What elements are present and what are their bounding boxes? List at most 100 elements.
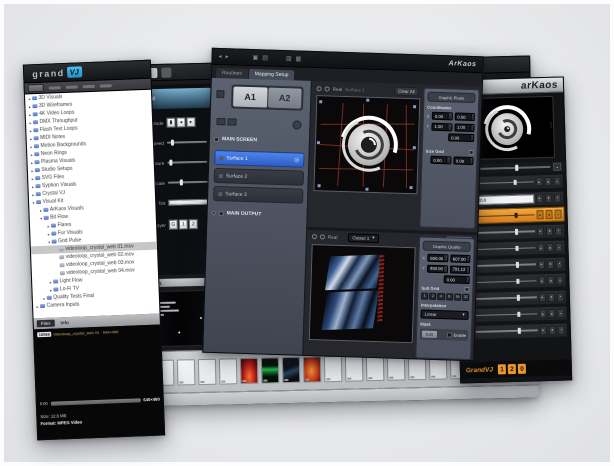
spinner-icon[interactable]: [470, 114, 474, 120]
radio-icon[interactable]: [212, 211, 216, 215]
value-field[interactable]: 0.00: [448, 133, 474, 142]
channel-loop-button[interactable]: ●: [547, 259, 554, 268]
media-cell[interactable]: [366, 354, 385, 380]
channel-loop-button[interactable]: ●: [546, 243, 553, 252]
spinner-icon[interactable]: [465, 277, 469, 283]
add-surface-button[interactable]: [216, 118, 225, 125]
surface-item[interactable]: Surface 3 ◎: [213, 186, 303, 204]
subgrid-button[interactable]: 32: [462, 293, 469, 300]
channel-strip[interactable]: ʙ ▸ ● ▪: [461, 305, 567, 323]
channel-loop-button[interactable]: ●: [547, 276, 554, 285]
channel-loop-button[interactable]: ●: [545, 177, 552, 186]
channel-play-button[interactable]: ▸: [538, 260, 545, 269]
media-cell[interactable]: [282, 356, 301, 382]
value-field[interactable]: 0.00: [430, 156, 451, 165]
mode-label[interactable]: Real: [333, 86, 343, 91]
zoom-in-icon[interactable]: [320, 234, 325, 239]
channel-slider[interactable]: [474, 264, 536, 267]
back-icon[interactable]: ◂: [218, 53, 221, 60]
channel-play-button[interactable]: ▸: [537, 227, 544, 236]
channel-slider[interactable]: [473, 214, 535, 217]
surface-item[interactable]: Surface 2 ◎: [214, 168, 304, 186]
scale-slider[interactable]: [168, 181, 208, 184]
media-cell[interactable]: [324, 355, 343, 381]
fullscreen-button[interactable]: [161, 68, 171, 78]
toolbar-item[interactable]: [100, 84, 112, 87]
channel-loop-button[interactable]: ●: [549, 325, 556, 334]
zoom-in-icon[interactable]: [325, 86, 330, 91]
master-stop-button[interactable]: ▪: [553, 163, 561, 171]
subgrid-button[interactable]: 1: [421, 292, 428, 299]
channel-strip[interactable]: ʙ ▸ ● ▪: [462, 322, 568, 340]
channel-slider[interactable]: [472, 181, 534, 184]
forward-icon[interactable]: ▸: [225, 53, 228, 60]
spinner-icon[interactable]: [469, 158, 473, 164]
play-mode-button[interactable]: ▮: [166, 118, 175, 128]
play-mode-button[interactable]: ◂: [176, 117, 185, 127]
mesh-handle[interactable]: [319, 100, 322, 103]
channel-play-button[interactable]: ▸: [536, 177, 543, 186]
mode-label[interactable]: Real: [328, 234, 338, 239]
value-field[interactable]: 0.00: [454, 112, 475, 121]
channel-stop-button[interactable]: ▪: [555, 243, 562, 252]
value-field[interactable]: 0.00: [444, 275, 470, 284]
channel-loop-button[interactable]: ●: [548, 309, 555, 318]
spinner-icon[interactable]: [446, 157, 450, 163]
toolbar-item[interactable]: [83, 84, 95, 87]
checkbox-icon[interactable]: [214, 136, 219, 141]
options-button[interactable]: [292, 120, 301, 129]
channel-play-button[interactable]: ▸: [536, 210, 543, 219]
lock-button[interactable]: [216, 90, 224, 98]
surface-item[interactable]: Surface 1 ◎: [214, 150, 304, 168]
channel-slider[interactable]: [476, 330, 538, 333]
checkbox-icon[interactable]: [219, 211, 224, 216]
interpolation-dropdown[interactable]: Linear ▾: [420, 309, 468, 320]
output-button[interactable]: A1: [233, 87, 267, 108]
channel-stop-button[interactable]: ▪: [554, 193, 561, 202]
subgrid-button[interactable]: 2: [429, 292, 436, 299]
channel-play-button[interactable]: ▸: [540, 326, 547, 335]
toolbar-item[interactable]: [49, 86, 61, 89]
layer-button[interactable]: 1: [179, 219, 188, 229]
toolbar-item[interactable]: [66, 85, 78, 88]
spinner-icon[interactable]: [465, 266, 469, 272]
channel-slider[interactable]: [473, 231, 535, 234]
graphic-quality-pill[interactable]: Graphic Quality: [423, 241, 471, 253]
channel-play-button[interactable]: ▸: [536, 194, 543, 203]
spinner-icon[interactable]: [443, 255, 447, 261]
media-cell[interactable]: [240, 357, 259, 383]
channel-stop-button[interactable]: ▪: [556, 259, 563, 268]
value-field[interactable]: 1.00: [431, 122, 452, 131]
zoom-out-icon[interactable]: [317, 86, 322, 91]
spinner-icon[interactable]: [447, 124, 451, 130]
panels-icon[interactable]: ▦: [295, 55, 301, 62]
value-field[interactable]: 0.00: [453, 156, 474, 165]
list-view-icon[interactable]: ▤: [262, 54, 268, 61]
output-dropdown[interactable]: Output 1 ▾: [348, 233, 378, 243]
media-cell[interactable]: [261, 357, 280, 383]
value-field[interactable]: 800.00: [427, 254, 448, 263]
mask-edit-button[interactable]: Edit: [422, 330, 437, 337]
target-icon[interactable]: ◎: [294, 156, 299, 163]
grip-icon[interactable]: ⋮: [548, 122, 554, 129]
channel-loop-button[interactable]: ●: [545, 193, 552, 202]
play-mode-button[interactable]: ▸: [186, 117, 195, 127]
spinner-icon[interactable]: [448, 113, 452, 119]
spinner-icon[interactable]: [470, 135, 474, 141]
channel-stop-button[interactable]: ▪: [557, 309, 564, 318]
output-button[interactable]: A2: [268, 88, 302, 109]
channel-stop-button[interactable]: ▪: [556, 276, 563, 285]
subgrid-button[interactable]: 16: [454, 293, 461, 300]
channel-slider[interactable]: [474, 247, 536, 250]
media-cell[interactable]: [303, 356, 322, 382]
value-field[interactable]: 0.00: [432, 112, 453, 121]
remove-surface-button[interactable]: [227, 118, 236, 125]
exposure-slider[interactable]: [167, 161, 207, 164]
mesh-handle[interactable]: [365, 188, 368, 191]
scrub-slider[interactable]: [51, 398, 141, 405]
channel-loop-button[interactable]: ●: [548, 292, 555, 301]
channel-slider[interactable]: [475, 297, 537, 300]
link-checkbox-icon[interactable]: [464, 286, 469, 291]
mesh-handle[interactable]: [409, 186, 412, 189]
value-field[interactable]: 450.00: [427, 264, 448, 273]
